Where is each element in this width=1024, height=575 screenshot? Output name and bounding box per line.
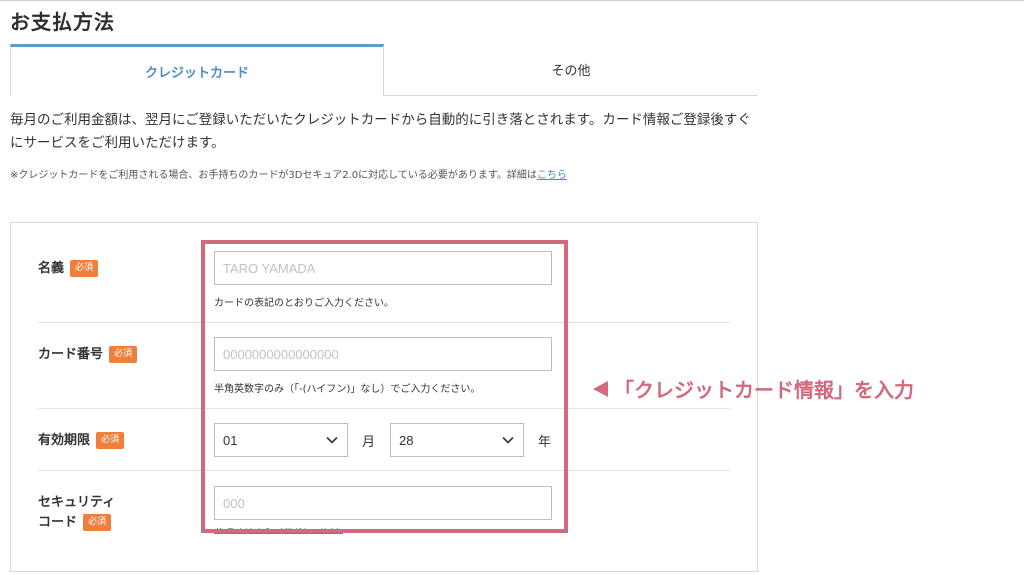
name-label: 名義 必須 — [38, 259, 99, 279]
required-badge: 必須 — [83, 514, 112, 531]
expiry-label-text: 有効期限 — [38, 433, 91, 448]
expiry-year-value: 28 — [399, 432, 414, 448]
security-code-help-link[interactable]: セキュリティコードについて — [214, 528, 343, 536]
required-badge: 必須 — [70, 260, 99, 277]
name-hint: カードの表記のとおりご入力ください。 — [214, 298, 394, 309]
3d-secure-note: ※クレジットカードをご利用される場合、お手持ちのカードが3Dセキュア2.0に対応… — [10, 166, 567, 181]
row-divider — [38, 470, 730, 471]
tab-credit-card[interactable]: クレジットカード — [10, 44, 384, 96]
row-divider — [38, 408, 730, 409]
card-number-input[interactable] — [214, 337, 552, 371]
payment-description: 毎月のご利用金額は、翌月にご登録いただいたクレジットカードから自動的に引き落とさ… — [10, 112, 751, 151]
chevron-down-icon — [502, 436, 514, 444]
required-badge: 必須 — [109, 346, 138, 363]
page-title: お支払方法 — [10, 10, 115, 34]
security-code-label: セキュリティ コード 必須 — [38, 493, 115, 533]
security-code-label-line2: コード — [38, 515, 78, 530]
name-label-text: 名義 — [38, 261, 65, 276]
card-number-hint: 半角英数字のみ（「-(ハイフン)」なし）でご入力ください。 — [214, 384, 481, 395]
annotation-callout: 「クレジットカード情報」を入力 — [592, 374, 914, 403]
year-unit: 年 — [538, 435, 552, 450]
details-link[interactable]: こちら — [537, 170, 567, 181]
required-badge: 必須 — [96, 432, 125, 449]
row-divider — [38, 322, 730, 323]
top-divider — [0, 0, 1024, 1]
month-unit: 月 — [362, 435, 376, 450]
expiry-month-value: 01 — [223, 432, 238, 448]
chevron-down-icon — [326, 436, 338, 444]
tab-other[interactable]: その他 — [384, 44, 758, 96]
3d-secure-note-text: ※クレジットカードをご利用される場合、お手持ちのカードが3Dセキュア2.0に対応… — [10, 170, 537, 181]
card-number-label: カード番号 必須 — [38, 345, 138, 365]
expiry-label: 有効期限 必須 — [38, 431, 125, 451]
expiry-year-select[interactable]: 28 — [390, 423, 524, 457]
security-code-input[interactable] — [214, 486, 552, 520]
payment-method-tabs: クレジットカード その他 — [10, 44, 758, 96]
card-number-label-text: カード番号 — [38, 347, 104, 362]
annotation-callout-text: 「クレジットカード情報」を入力 — [614, 378, 914, 402]
left-arrow-icon — [593, 380, 608, 397]
expiry-month-select[interactable]: 01 — [214, 423, 348, 457]
security-code-label-line1: セキュリティ — [38, 495, 116, 510]
cardholder-name-input[interactable] — [214, 251, 552, 285]
